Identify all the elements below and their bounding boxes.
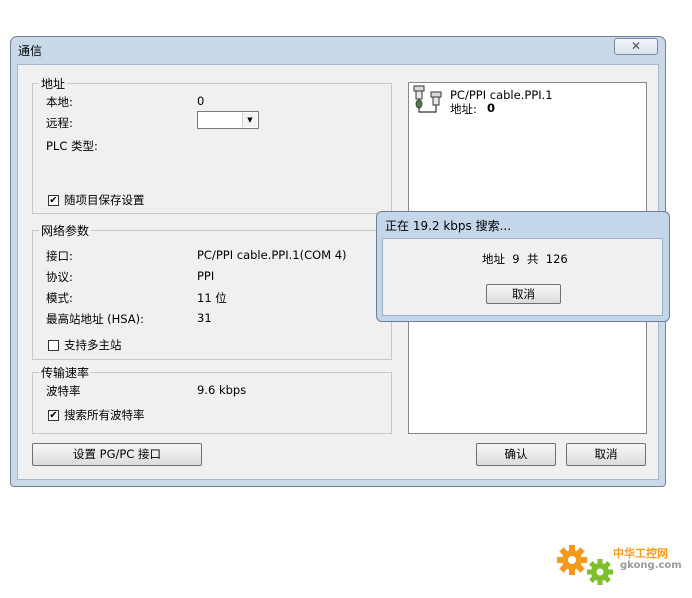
- interface-value: PC/PPI cable.PPI.1(COM 4): [197, 248, 347, 262]
- cancel-button[interactable]: 取消: [566, 443, 646, 466]
- baud-group-legend: 传输速率: [39, 364, 92, 381]
- device-cable-name: PC/PPI cable.PPI.1: [450, 88, 553, 102]
- save-with-project-label: 随项目保存设置: [64, 193, 145, 207]
- set-pgpc-interface-button[interactable]: 设置 PG/PC 接口: [32, 443, 202, 466]
- local-value: 0: [197, 94, 205, 108]
- protocol-label: 协议:: [46, 270, 73, 284]
- search-cancel-button[interactable]: 取消: [486, 284, 561, 304]
- close-button[interactable]: ✕: [614, 38, 658, 55]
- watermark-url: gkong.com: [620, 560, 682, 571]
- save-with-project-checkbox[interactable]: ✔: [48, 195, 59, 206]
- search-progress-client: [382, 238, 663, 316]
- search-progress-status: 地址 9 共 126: [482, 252, 568, 266]
- address-group-legend: 地址: [39, 75, 68, 92]
- dialog-title: 通信: [18, 44, 43, 58]
- search-all-baud-checkbox[interactable]: ✔: [48, 410, 59, 421]
- hsa-label: 最高站地址 (HSA):: [46, 312, 145, 326]
- search-progress-title: 正在 19.2 kbps 搜索...: [385, 219, 512, 233]
- close-icon: ✕: [630, 39, 642, 53]
- pc-ppi-cable-icon: [413, 85, 442, 113]
- chevron-down-icon: ▼: [242, 113, 257, 127]
- interface-label: 接口:: [46, 249, 73, 263]
- baud-rate-label: 波特率: [46, 384, 81, 398]
- remote-label: 远程:: [46, 116, 73, 130]
- multi-master-label: 支持多主站: [64, 338, 122, 352]
- mode-label: 模式:: [46, 291, 73, 305]
- ok-button[interactable]: 确认: [476, 443, 556, 466]
- network-group-legend: 网络参数: [39, 222, 92, 239]
- hsa-value: 31: [197, 311, 212, 325]
- gkong-logo-icon: [557, 545, 613, 585]
- device-address-label: 地址:: [450, 102, 477, 116]
- protocol-value: PPI: [197, 269, 215, 283]
- remote-address-select[interactable]: ▼: [197, 111, 259, 129]
- baud-rate-value: 9.6 kbps: [197, 383, 247, 397]
- search-all-baud-label: 搜索所有波特率: [64, 408, 145, 422]
- local-label: 本地:: [46, 95, 73, 109]
- multi-master-checkbox[interactable]: [48, 340, 59, 351]
- plc-type-label: PLC 类型:: [46, 139, 98, 153]
- device-address-value: 0: [487, 101, 496, 115]
- mode-value: 11 位: [197, 291, 227, 305]
- baud-rate-group: [32, 372, 392, 434]
- watermark-title: 中华工控网: [613, 547, 668, 560]
